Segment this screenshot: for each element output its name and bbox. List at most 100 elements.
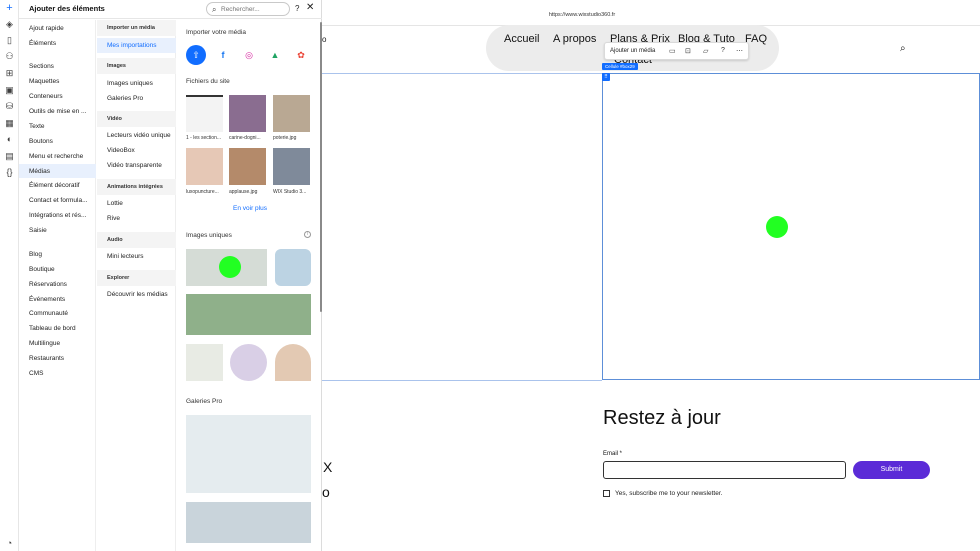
- add-elements-panel: Ajouter des éléments ⌕ ? ✕ Ajout rapide …: [19, 0, 322, 551]
- file-thumbnail[interactable]: [229, 95, 266, 132]
- search-icon: ⌕: [212, 5, 217, 14]
- category-item[interactable]: Boutique: [29, 266, 55, 273]
- subcategory-item[interactable]: Mini lecteurs: [107, 253, 143, 260]
- file-thumbnail[interactable]: [186, 95, 223, 132]
- category-list: Ajout rapide Éléments Sections Maquettes…: [19, 20, 96, 551]
- image-thumbnail[interactable]: [275, 344, 311, 381]
- comment-icon[interactable]: ▱: [703, 47, 708, 55]
- connect-icon[interactable]: ⚇: [4, 51, 15, 62]
- upload-icon[interactable]: ⇧: [186, 45, 206, 65]
- instagram-icon[interactable]: ◎: [239, 45, 259, 65]
- category-item[interactable]: Contact et formula...: [29, 197, 88, 204]
- category-item[interactable]: Outils de mise en ...: [29, 108, 86, 115]
- section-header: Explorer: [97, 270, 176, 286]
- help-icon[interactable]: ?: [295, 4, 299, 13]
- more-icon[interactable]: ⋯: [736, 47, 743, 55]
- design-icon[interactable]: ◐: [4, 134, 15, 145]
- subcategory-item[interactable]: Découvrir les médias: [107, 291, 168, 298]
- table-icon[interactable]: ▤: [4, 151, 15, 162]
- site-url: https://www.wixstudio360.fr: [548, 12, 616, 18]
- subcategory-item[interactable]: Lecteurs vidéo unique: [107, 132, 171, 139]
- cell-tag[interactable]: Cellule #box29: [602, 63, 638, 70]
- image-thumbnail[interactable]: [230, 344, 267, 381]
- plus-icon[interactable]: +: [4, 3, 15, 14]
- category-item[interactable]: Blog: [29, 251, 42, 258]
- media-icon[interactable]: ▣: [4, 85, 15, 96]
- add-media-label[interactable]: Ajouter un média: [610, 48, 655, 54]
- category-item[interactable]: Boutons: [29, 138, 53, 145]
- nav-fragment: o: [322, 35, 327, 44]
- section-header: Vidéo: [97, 111, 176, 127]
- apps-icon[interactable]: ⊞: [4, 68, 15, 79]
- email-field[interactable]: [603, 461, 846, 479]
- subcategory-item[interactable]: Images uniques: [107, 80, 153, 87]
- category-item[interactable]: Restaurants: [29, 355, 64, 362]
- google-photos-icon[interactable]: ✿: [291, 45, 311, 65]
- site-files-title: Fichiers du site: [186, 78, 230, 85]
- facebook-icon[interactable]: f: [213, 45, 233, 65]
- category-item[interactable]: Conteneurs: [29, 93, 63, 100]
- code-icon[interactable]: {}: [4, 167, 15, 178]
- file-thumbnail[interactable]: [186, 148, 223, 185]
- cms-icon[interactable]: ⛁: [4, 101, 15, 112]
- file-caption: WIX Studio 3...: [273, 189, 307, 195]
- gallery-thumbnail[interactable]: [186, 415, 311, 493]
- image-thumbnail[interactable]: [186, 344, 223, 381]
- subcategory-item[interactable]: Galeries Pro: [107, 95, 143, 102]
- category-item[interactable]: Saisie: [29, 227, 47, 234]
- info-icon[interactable]: i: [304, 231, 311, 238]
- file-thumbnail[interactable]: [229, 148, 266, 185]
- image-thumbnail[interactable]: [186, 294, 311, 335]
- subcategory-item[interactable]: Vidéo transparente: [107, 162, 162, 169]
- category-item[interactable]: Texte: [29, 123, 45, 130]
- nav-item-a-propos[interactable]: A propos: [553, 33, 596, 45]
- close-icon[interactable]: ✕: [306, 2, 314, 13]
- category-item-medias[interactable]: Médias: [29, 168, 50, 175]
- subcategory-item[interactable]: Rive: [107, 215, 120, 222]
- nav-item-accueil[interactable]: Accueil: [504, 33, 539, 45]
- subscribe-checkbox[interactable]: [603, 490, 610, 497]
- gallery-thumbnail[interactable]: [186, 502, 311, 543]
- newsletter-title: Restez à jour: [603, 407, 721, 429]
- category-item[interactable]: Intégrations et rés...: [29, 212, 86, 219]
- subcategory-item[interactable]: Lottie: [107, 200, 123, 207]
- search-box[interactable]: ⌕: [206, 2, 290, 16]
- category-item[interactable]: Éléments: [29, 40, 56, 47]
- section-header: Images: [97, 58, 176, 74]
- section-header: Animations intégrées: [97, 179, 176, 195]
- file-thumbnail[interactable]: [273, 95, 310, 132]
- settings-icon[interactable]: ▭: [669, 47, 676, 55]
- pro-galleries-title: Galeries Pro: [186, 398, 223, 405]
- subcategory-item[interactable]: VideoBox: [107, 147, 135, 154]
- category-item[interactable]: Ajout rapide: [29, 25, 64, 32]
- search-icon[interactable]: ⌕: [900, 43, 906, 54]
- search-input[interactable]: [221, 4, 287, 14]
- layers-icon[interactable]: ◈: [4, 19, 15, 30]
- panel-title: Ajouter des éléments: [29, 4, 105, 13]
- image-thumbnail[interactable]: [275, 249, 311, 286]
- layout-icon[interactable]: ⊡: [685, 47, 691, 55]
- element-toolbar: Ajouter un média ▭ ⊡ ▱ ? ⋯: [604, 42, 749, 60]
- category-item[interactable]: Tableau de bord: [29, 325, 76, 332]
- see-more-link[interactable]: En voir plus: [233, 205, 267, 212]
- file-thumbnail[interactable]: [273, 148, 310, 185]
- google-drive-icon[interactable]: ▲: [265, 45, 285, 65]
- category-item[interactable]: CMS: [29, 370, 43, 377]
- file-caption: carine-dogni...: [229, 135, 261, 141]
- drag-handle-icon[interactable]: ⠿: [602, 73, 610, 81]
- selected-cell[interactable]: [602, 73, 980, 380]
- category-item[interactable]: Communauté: [29, 310, 68, 317]
- category-item[interactable]: Élément décoratif: [29, 182, 80, 189]
- category-item[interactable]: Menu et recherche: [29, 153, 83, 160]
- category-item[interactable]: Multilingue: [29, 340, 60, 347]
- subcategory-my-imports[interactable]: Mes importations: [107, 42, 157, 49]
- category-item[interactable]: Réservations: [29, 281, 67, 288]
- help-circle-icon[interactable]: ◔: [4, 538, 15, 549]
- page-icon[interactable]: ▯: [4, 35, 15, 46]
- category-item[interactable]: Maquettes: [29, 78, 59, 85]
- category-item[interactable]: Sections: [29, 63, 54, 70]
- help-icon[interactable]: ?: [721, 47, 725, 54]
- submit-button[interactable]: Submit: [853, 461, 930, 479]
- blocks-icon[interactable]: ▦: [4, 118, 15, 129]
- category-item[interactable]: Événements: [29, 296, 65, 303]
